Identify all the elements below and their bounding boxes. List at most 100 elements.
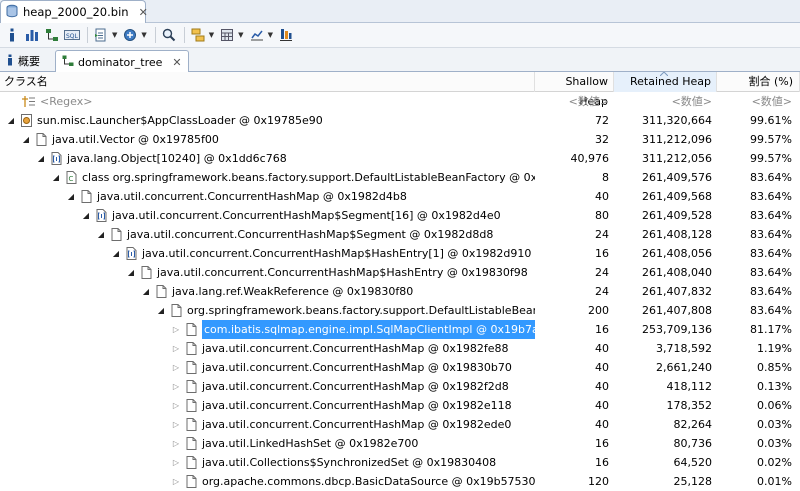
class-name-cell[interactable]: ◢ Cclass org.springframework.beans.factor… [0, 168, 535, 187]
class-name-cell[interactable]: ◢ java.util.concurrent.ConcurrentHashMap$… [0, 225, 535, 244]
collapse-toggle-icon[interactable]: ◢ [36, 149, 46, 168]
collapse-toggle-icon[interactable]: ◢ [81, 206, 91, 225]
table-header: クラス名 Shallow Heap Retained Heap 割合 (%) [0, 72, 800, 108]
column-header-class-name[interactable]: クラス名 [0, 72, 535, 92]
percentage-cell: 0.85% [757, 361, 792, 374]
table-row[interactable]: ◢ java.lang.ref.WeakReference @ 0x19830f8… [0, 282, 800, 301]
oql-icon[interactable]: SQL [63, 26, 81, 44]
retained-heap-cell: 261,409,528 [642, 209, 712, 222]
shallow-filter-input[interactable]: <数値> [535, 92, 614, 111]
collapse-toggle-icon[interactable]: ◢ [156, 301, 166, 320]
calculator-icon[interactable] [218, 26, 236, 44]
object-icon [110, 228, 123, 241]
chevron-down-icon[interactable]: ▼ [112, 31, 117, 39]
expand-toggle-icon[interactable]: ▷ [171, 358, 181, 377]
class-name-cell[interactable]: ▷ java.util.concurrent.ConcurrentHashMap … [0, 339, 535, 358]
dominator-tree-icon[interactable] [43, 26, 61, 44]
table-row[interactable]: ◢ java.util.concurrent.ConcurrentHashMap … [0, 187, 800, 206]
table-row[interactable]: ◢ java.util.concurrent.ConcurrentHashMap$… [0, 206, 800, 225]
class-name-cell[interactable]: ◢ java.util.Vector @ 0x19785f00 [0, 130, 535, 149]
table-row[interactable]: ◢ java.util.concurrent.ConcurrentHashMap$… [0, 263, 800, 282]
table-row[interactable]: ▷ java.util.Collections$SynchronizedSet @… [0, 453, 800, 472]
expand-toggle-icon[interactable]: ▷ [171, 453, 181, 472]
table-row[interactable]: ▷ java.util.concurrent.ConcurrentHashMap … [0, 339, 800, 358]
class-name-cell[interactable]: ▷ java.util.concurrent.ConcurrentHashMap … [0, 396, 535, 415]
class-name-cell[interactable]: ▷ java.util.Collections$SynchronizedSet @… [0, 453, 535, 472]
expand-toggle-icon[interactable]: ▷ [171, 415, 181, 434]
close-icon[interactable]: ✕ [172, 56, 181, 69]
chevron-down-icon[interactable]: ▼ [238, 31, 243, 39]
column-header-shallow-heap[interactable]: Shallow Heap [535, 72, 614, 108]
object-icon [185, 342, 198, 355]
object-name: java.util.concurrent.ConcurrentHashMap$S… [112, 209, 501, 222]
class-name-cell[interactable]: ◢ java.util.concurrent.ConcurrentHashMap$… [0, 263, 535, 282]
export-icon[interactable] [248, 26, 266, 44]
table-row[interactable]: ◢ sun.misc.Launcher$AppClassLoader @ 0x19… [0, 111, 800, 130]
run-report-icon[interactable] [92, 26, 110, 44]
chevron-down-icon[interactable]: ▼ [209, 31, 214, 39]
table-row[interactable]: ◢ java.util.Vector @ 0x19785f00 32 311,212,… [0, 130, 800, 149]
class-name-cell[interactable]: ◢ java.lang.Object[10240] @ 0x1dd6c768 [0, 149, 535, 168]
collapse-toggle-icon[interactable]: ◢ [111, 244, 121, 263]
expand-toggle-icon[interactable]: ▷ [171, 396, 181, 415]
object-icon [185, 437, 198, 450]
regex-filter-input[interactable]: <Regex> [40, 92, 92, 111]
collapse-toggle-icon[interactable]: ◢ [21, 130, 31, 149]
group-by-icon[interactable] [189, 26, 207, 44]
class-name-cell[interactable]: ◢ sun.misc.Launcher$AppClassLoader @ 0x19… [0, 111, 535, 130]
percentage-cell: 83.64% [750, 190, 792, 203]
chevron-down-icon[interactable]: ▼ [268, 31, 273, 39]
table-row[interactable]: ▷ java.util.LinkedHashSet @ 0x1982e700 16 8… [0, 434, 800, 453]
class-name-cell[interactable]: ◢ java.util.concurrent.ConcurrentHashMap … [0, 187, 535, 206]
result-tab-bar: 概要 dominator_tree ✕ [0, 48, 800, 73]
expand-toggle-icon[interactable]: ▷ [171, 339, 181, 358]
expand-toggle-icon[interactable]: ▷ [171, 472, 181, 491]
object-name: com.ibatis.sqlmap.engine.impl.SqlMapClie… [202, 320, 535, 339]
class-name-cell[interactable]: ▷ com.ibatis.sqlmap.engine.impl.SqlMapCli… [0, 320, 535, 339]
info-icon[interactable] [3, 26, 21, 44]
collapse-toggle-icon[interactable]: ◢ [141, 282, 151, 301]
table-row[interactable]: ▷ java.util.concurrent.ConcurrentHashMap … [0, 377, 800, 396]
collapse-toggle-icon[interactable]: ◢ [6, 111, 16, 130]
pin-icon[interactable] [277, 26, 295, 44]
table-row[interactable]: ◢ Cclass org.springframework.beans.factor… [0, 168, 800, 187]
query-browser-icon[interactable] [121, 26, 139, 44]
column-header-percentage[interactable]: 割合 (%) [717, 72, 800, 92]
collapse-toggle-icon[interactable]: ◢ [96, 225, 106, 244]
percentage-cell: 83.64% [750, 285, 792, 298]
class-name-cell[interactable]: ◢ java.util.concurrent.ConcurrentHashMap$… [0, 244, 535, 263]
table-row[interactable]: ▷ org.apache.commons.dbcp.BasicDataSource… [0, 472, 800, 491]
class-name-cell[interactable]: ◢ org.springframework.beans.factory.suppo… [0, 301, 535, 320]
collapse-toggle-icon[interactable]: ◢ [126, 263, 136, 282]
expand-toggle-icon[interactable]: ▷ [171, 377, 181, 396]
class-name-cell[interactable]: ▷ java.util.concurrent.ConcurrentHashMap … [0, 358, 535, 377]
expand-toggle-icon[interactable]: ▷ [171, 320, 181, 339]
expand-toggle-icon[interactable]: ▷ [171, 434, 181, 453]
editor-tab-heap-dump[interactable]: heap_2000_20.bin ✕ [0, 0, 148, 23]
object-name: java.lang.Object[10240] @ 0x1dd6c768 [67, 152, 287, 165]
table-row[interactable]: ◢ org.springframework.beans.factory.suppo… [0, 301, 800, 320]
collapse-toggle-icon[interactable]: ◢ [51, 168, 61, 187]
histogram-icon[interactable] [23, 26, 41, 44]
table-row[interactable]: ▷ java.util.concurrent.ConcurrentHashMap … [0, 358, 800, 377]
chevron-down-icon[interactable]: ▼ [141, 31, 146, 39]
table-row[interactable]: ▷ com.ibatis.sqlmap.engine.impl.SqlMapCli… [0, 320, 800, 339]
close-icon[interactable]: ✕ [139, 6, 148, 19]
class-name-cell[interactable]: ▷ java.util.LinkedHashSet @ 0x1982e700 [0, 434, 535, 453]
table-row[interactable]: ◢ java.util.concurrent.ConcurrentHashMap$… [0, 225, 800, 244]
search-icon[interactable] [160, 26, 178, 44]
class-name-cell[interactable]: ▷ java.util.concurrent.ConcurrentHashMap … [0, 377, 535, 396]
table-row[interactable]: ▷ java.util.concurrent.ConcurrentHashMap … [0, 396, 800, 415]
table-row[interactable]: ◢ java.util.concurrent.ConcurrentHashMap$… [0, 244, 800, 263]
table-row[interactable]: ◢ java.lang.Object[10240] @ 0x1dd6c768 40,… [0, 149, 800, 168]
retained-filter-input[interactable]: <数値> [614, 92, 717, 111]
table-row[interactable]: ▷ java.util.concurrent.ConcurrentHashMap … [0, 415, 800, 434]
class-name-cell[interactable]: ▷ java.util.concurrent.ConcurrentHashMap … [0, 415, 535, 434]
percent-filter-input[interactable]: <数値> [717, 92, 800, 111]
collapse-toggle-icon[interactable]: ◢ [66, 187, 76, 206]
class-name-cell[interactable]: ◢ java.util.concurrent.ConcurrentHashMap$… [0, 206, 535, 225]
tab-dominator-tree[interactable]: dominator_tree ✕ [55, 50, 189, 73]
class-name-cell[interactable]: ◢ java.lang.ref.WeakReference @ 0x19830f8… [0, 282, 535, 301]
tab-overview[interactable]: 概要 [0, 50, 46, 72]
class-name-cell[interactable]: ▷ org.apache.commons.dbcp.BasicDataSource… [0, 472, 535, 491]
